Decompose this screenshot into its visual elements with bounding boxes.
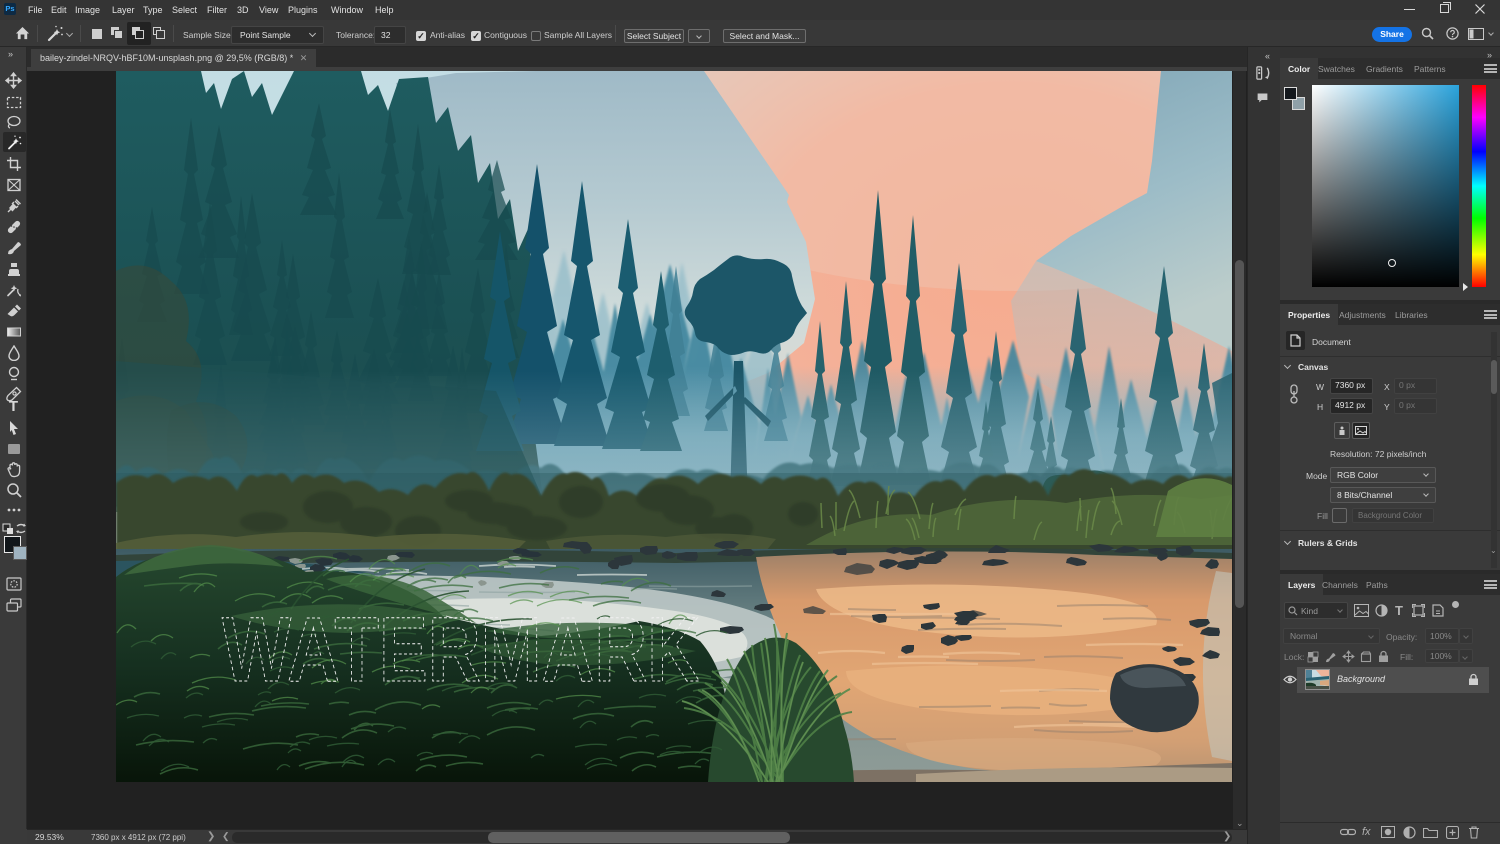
svg-text:WATERMARK: WATERMARK	[222, 599, 700, 701]
